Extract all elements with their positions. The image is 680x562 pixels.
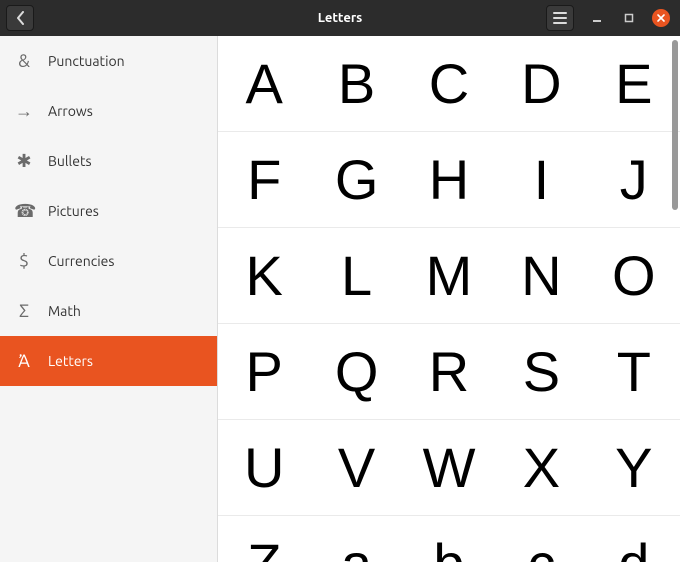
char-cell[interactable]: I xyxy=(495,132,587,228)
minimize-icon xyxy=(592,13,602,23)
sidebar-item-label: Math xyxy=(48,303,81,319)
char-cell[interactable]: W xyxy=(403,420,495,516)
sidebar-item-bullets[interactable]: ✱ Bullets xyxy=(0,136,217,186)
char-cell[interactable]: Q xyxy=(310,324,402,420)
sidebar-item-label: Arrows xyxy=(48,103,93,119)
sidebar-item-label: Letters xyxy=(48,353,93,369)
char-cell[interactable]: A xyxy=(218,36,310,132)
char-cell[interactable]: C xyxy=(403,36,495,132)
maximize-button[interactable] xyxy=(620,9,638,27)
char-cell[interactable]: c xyxy=(495,516,587,562)
titlebar: Letters xyxy=(0,0,680,36)
char-cell[interactable]: S xyxy=(495,324,587,420)
hamburger-menu-button[interactable] xyxy=(546,5,574,31)
phone-icon: ☎ xyxy=(14,201,34,222)
char-cell[interactable]: F xyxy=(218,132,310,228)
char-cell[interactable]: P xyxy=(218,324,310,420)
chevron-left-icon xyxy=(16,11,25,25)
char-cell[interactable]: X xyxy=(495,420,587,516)
hamburger-icon xyxy=(553,12,567,24)
arrow-icon: → xyxy=(14,101,34,122)
back-button[interactable] xyxy=(6,5,34,31)
scrollbar-thumb[interactable] xyxy=(672,40,678,210)
letter-icon: Ἀ xyxy=(14,351,34,371)
sidebar-item-currencies[interactable]: $ Currencies xyxy=(0,236,217,286)
sidebar-item-math[interactable]: Σ Math xyxy=(0,286,217,336)
sidebar-item-pictures[interactable]: ☎ Pictures xyxy=(0,186,217,236)
character-grid: A B C D E F G H I J K L M N O P Q R S T … xyxy=(218,36,680,562)
char-cell[interactable]: V xyxy=(310,420,402,516)
sigma-icon: Σ xyxy=(14,301,34,321)
close-button[interactable] xyxy=(652,9,670,27)
scrollbar[interactable] xyxy=(670,36,680,562)
sidebar-item-label: Currencies xyxy=(48,253,115,269)
char-cell[interactable]: O xyxy=(588,228,680,324)
ampersand-icon: & xyxy=(14,51,34,71)
asterisk-icon: ✱ xyxy=(14,151,34,172)
sidebar-item-arrows[interactable]: → Arrows xyxy=(0,86,217,136)
char-cell[interactable]: G xyxy=(310,132,402,228)
sidebar-item-label: Pictures xyxy=(48,203,99,219)
char-cell[interactable]: B xyxy=(310,36,402,132)
dollar-icon: $ xyxy=(14,251,34,271)
char-cell[interactable]: K xyxy=(218,228,310,324)
char-cell[interactable]: b xyxy=(403,516,495,562)
character-pane: A B C D E F G H I J K L M N O P Q R S T … xyxy=(218,36,680,562)
sidebar-item-punctuation[interactable]: & Punctuation xyxy=(0,36,217,86)
char-cell[interactable]: M xyxy=(403,228,495,324)
char-cell[interactable]: d xyxy=(588,516,680,562)
char-cell[interactable]: D xyxy=(495,36,587,132)
char-cell[interactable]: N xyxy=(495,228,587,324)
maximize-icon xyxy=(624,13,634,23)
char-cell[interactable]: L xyxy=(310,228,402,324)
titlebar-right xyxy=(546,5,674,31)
char-cell[interactable]: Y xyxy=(588,420,680,516)
char-cell[interactable]: T xyxy=(588,324,680,420)
char-cell[interactable]: H xyxy=(403,132,495,228)
content-area: & Punctuation → Arrows ✱ Bullets ☎ Pictu… xyxy=(0,36,680,562)
sidebar: & Punctuation → Arrows ✱ Bullets ☎ Pictu… xyxy=(0,36,218,562)
window-title: Letters xyxy=(318,11,363,25)
char-cell[interactable]: a xyxy=(310,516,402,562)
sidebar-item-label: Bullets xyxy=(48,153,92,169)
sidebar-item-label: Punctuation xyxy=(48,53,125,69)
minimize-button[interactable] xyxy=(588,9,606,27)
char-cell[interactable]: E xyxy=(588,36,680,132)
sidebar-item-letters[interactable]: Ἀ Letters xyxy=(0,336,217,386)
close-icon xyxy=(656,13,666,23)
char-cell[interactable]: Z xyxy=(218,516,310,562)
window-controls xyxy=(588,9,674,27)
char-cell[interactable]: R xyxy=(403,324,495,420)
char-cell[interactable]: J xyxy=(588,132,680,228)
char-cell[interactable]: U xyxy=(218,420,310,516)
